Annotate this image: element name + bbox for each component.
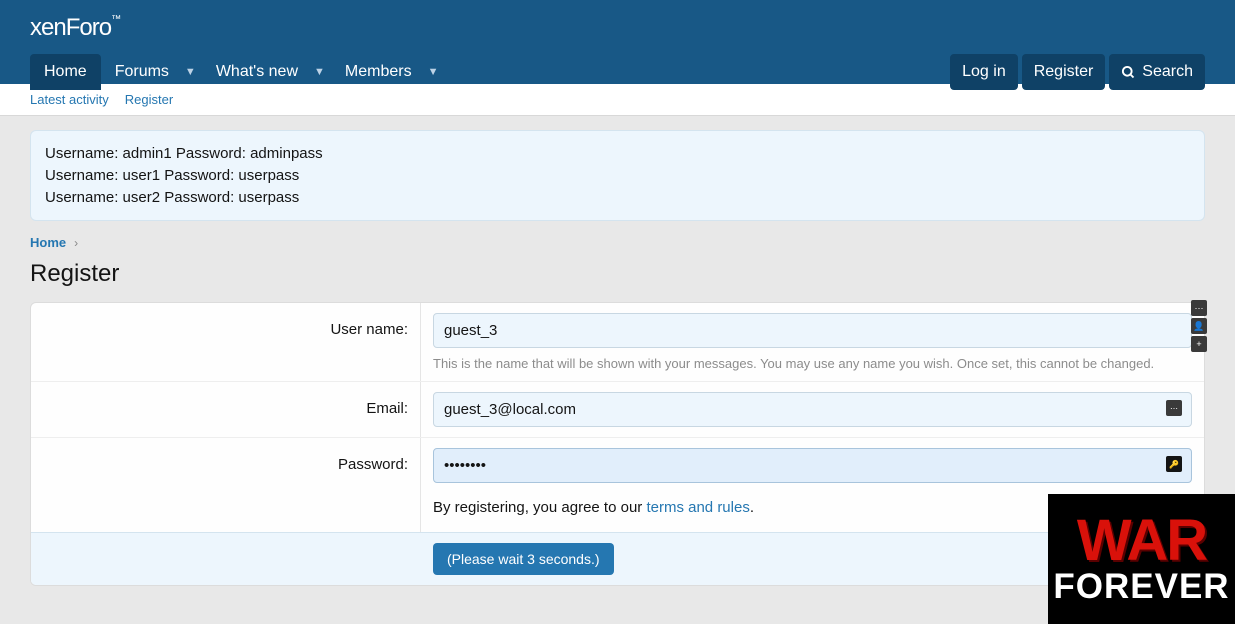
subnav-register[interactable]: Register xyxy=(125,92,173,107)
nav-members[interactable]: Members xyxy=(331,54,426,90)
notice-line: Username: user2 Password: userpass xyxy=(45,187,1190,209)
notice-line: Username: user1 Password: userpass xyxy=(45,165,1190,187)
username-help: This is the name that will be shown with… xyxy=(433,356,1192,371)
chevron-down-icon[interactable]: ▼ xyxy=(312,66,331,78)
password-label: Password: xyxy=(31,438,421,532)
chevron-right-icon: › xyxy=(74,236,78,250)
nav-whatsnew[interactable]: What's new xyxy=(202,54,312,90)
search-icon xyxy=(1121,65,1136,80)
email-label: Email: xyxy=(31,382,421,437)
page-title: Register xyxy=(30,260,1205,288)
terms-link[interactable]: terms and rules xyxy=(646,499,749,516)
nav-home[interactable]: Home xyxy=(30,54,101,90)
notice-line: Username: admin1 Password: adminpass xyxy=(45,143,1190,165)
nav-forums[interactable]: Forums xyxy=(101,54,183,90)
username-input[interactable] xyxy=(433,313,1192,348)
plus-icon[interactable]: + xyxy=(1191,336,1207,352)
chevron-down-icon[interactable]: ▼ xyxy=(426,66,445,78)
login-button[interactable]: Log in xyxy=(950,54,1018,90)
email-input[interactable] xyxy=(433,392,1192,427)
autofill-icon[interactable]: ⋯ xyxy=(1166,400,1182,416)
ad-banner[interactable]: WAR FOREVER xyxy=(1048,494,1235,624)
breadcrumb: Home › xyxy=(30,235,1205,250)
subnav-latest-activity[interactable]: Latest activity xyxy=(30,92,109,107)
breadcrumb-home[interactable]: Home xyxy=(30,235,66,250)
header: xenForo™ Home Forums ▼ What's new ▼ Memb… xyxy=(0,0,1235,84)
logo[interactable]: xenForo™ xyxy=(0,0,1235,42)
banner-line1: WAR xyxy=(1077,515,1206,567)
browser-autofill-icons: ⋯ 👤 + xyxy=(1191,300,1207,352)
register-button[interactable]: Register xyxy=(1022,54,1106,90)
search-button[interactable]: Search xyxy=(1109,54,1205,90)
notice-box: Username: admin1 Password: adminpass Use… xyxy=(30,130,1205,221)
submit-button[interactable]: (Please wait 3 seconds.) xyxy=(433,543,614,575)
password-input[interactable] xyxy=(433,448,1192,483)
register-form: User name: This is the name that will be… xyxy=(30,302,1205,586)
autofill-icon[interactable]: ⋯ xyxy=(1191,300,1207,316)
user-icon[interactable]: 👤 xyxy=(1191,318,1207,334)
key-icon[interactable]: 🔑 xyxy=(1166,456,1182,472)
username-label: User name: xyxy=(31,303,421,381)
chevron-down-icon[interactable]: ▼ xyxy=(183,66,202,78)
banner-line2: FOREVER xyxy=(1053,571,1229,603)
